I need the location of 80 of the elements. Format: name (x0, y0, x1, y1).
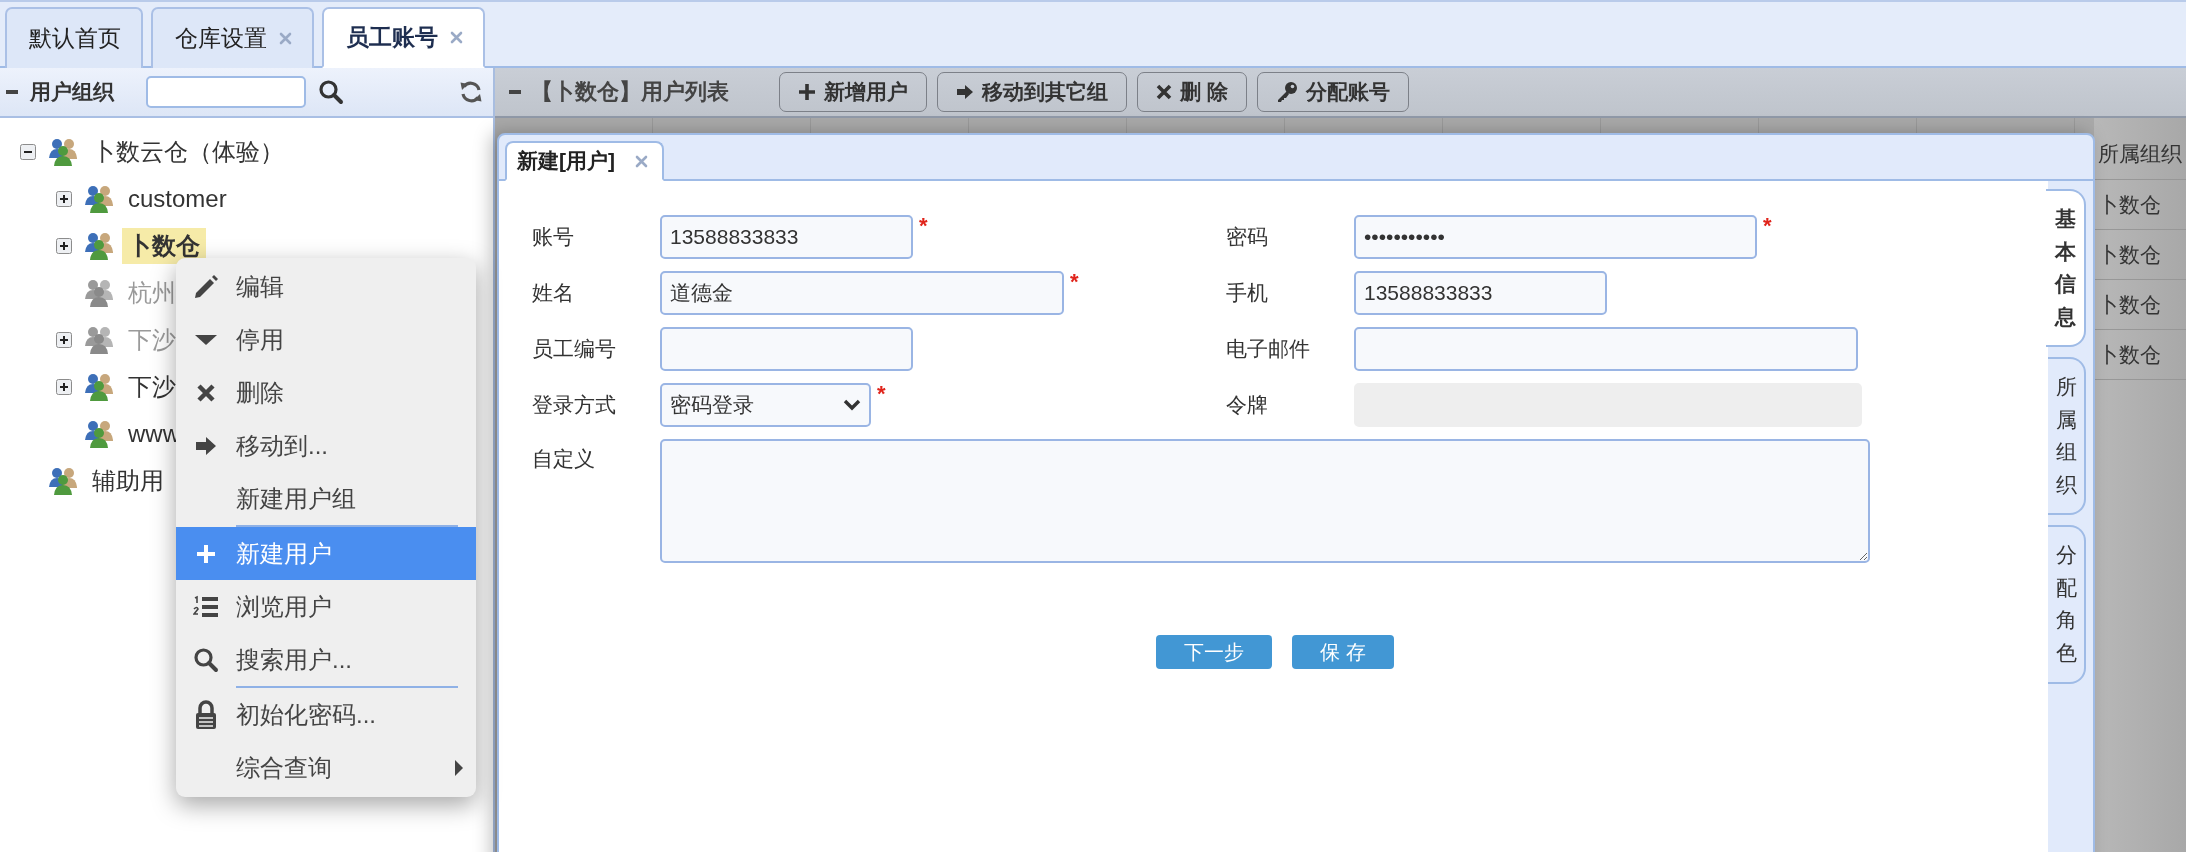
input-field[interactable]: 13588833833 (660, 215, 913, 259)
toolbar-button[interactable]: 删 除 (1137, 72, 1247, 112)
toolbar-button[interactable]: 新增用户 (779, 72, 927, 112)
user-group-icon (84, 325, 114, 354)
menu-item[interactable]: 新建用户组 (176, 472, 476, 525)
tab-label: 仓库设置 (175, 24, 267, 53)
menu-item[interactable]: 移动到... (176, 419, 476, 472)
user-group-icon (84, 372, 114, 401)
tree-item[interactable]: 卜数云仓（体验） (86, 133, 290, 170)
input-field[interactable]: 道德金 (660, 271, 1064, 315)
menu-item[interactable]: 浏览用户 (176, 580, 476, 633)
tab-label: 新建[用户] (517, 148, 615, 174)
tree-item[interactable]: 卜数仓 (122, 227, 206, 264)
user-group-icon (84, 419, 114, 448)
user-group-icon (48, 466, 78, 495)
field-label: 令牌 (1226, 392, 1269, 418)
search-icon (193, 646, 219, 673)
field-label: 账号 (532, 224, 575, 250)
collapse-box-icon[interactable] (20, 143, 36, 160)
numbered-list-icon (193, 594, 219, 619)
cross-icon (196, 382, 216, 403)
plus-icon (196, 543, 216, 564)
search-field[interactable] (146, 76, 306, 108)
menu-item[interactable]: 停用 (176, 313, 476, 366)
tree-item[interactable]: customer (122, 182, 233, 215)
menu-item[interactable]: 删除 (176, 366, 476, 419)
expand-box-icon[interactable] (56, 378, 72, 395)
input-field[interactable] (660, 327, 913, 371)
input-field[interactable]: 13588833833 (1354, 271, 1607, 315)
menu-item[interactable]: 搜索用户... (176, 633, 476, 686)
tab-label: 默认首页 (29, 24, 121, 53)
tree-item[interactable]: 辅助用 (86, 462, 170, 499)
required-mark: * (1763, 215, 1772, 237)
field-label: 手机 (1226, 280, 1269, 306)
submenu-arrow-icon (454, 758, 464, 777)
menu-item[interactable]: 综合查询 (176, 741, 476, 794)
required-mark: * (877, 383, 886, 405)
field-label: 员工编号 (532, 336, 617, 362)
field-label: 电子邮件 (1226, 336, 1311, 362)
tab-label: 员工账号 (346, 23, 438, 52)
caret-down-icon (194, 333, 218, 346)
user-group-icon (84, 278, 114, 307)
arrow-right-icon (956, 84, 974, 100)
plus-icon (798, 83, 816, 101)
expand-box-icon[interactable] (56, 237, 72, 254)
collapse-icon[interactable] (509, 89, 521, 95)
search-icon[interactable] (318, 79, 344, 105)
tab[interactable]: 员工账号 (322, 7, 485, 68)
tab[interactable]: 默认首页 (5, 7, 143, 68)
dialog-tab[interactable]: 新建[用户] (505, 141, 664, 181)
field-label: 密码 (1226, 224, 1269, 250)
dropdown[interactable]: 密码登录 (660, 383, 871, 427)
required-mark: * (1070, 271, 1079, 293)
user-group-icon (84, 231, 114, 260)
toolbar-button[interactable]: 移动到其它组 (937, 72, 1127, 112)
toolbar-button[interactable]: 分配账号 (1256, 72, 1409, 112)
field-label: 自定义 (532, 446, 596, 472)
collapse-icon[interactable] (6, 89, 18, 95)
panel-title: 用户组织 (30, 79, 114, 105)
side-tab[interactable]: 分配角色 (2048, 525, 2086, 684)
field-label: 姓名 (532, 280, 575, 306)
panel-title: 【卜数仓】用户列表 (531, 78, 729, 106)
menu-item[interactable]: 初始化密码... (176, 688, 476, 741)
key-icon (1275, 81, 1298, 103)
field-label: 登录方式 (532, 392, 617, 418)
user-group-icon (48, 137, 78, 166)
refresh-icon[interactable] (459, 80, 483, 104)
required-mark: * (919, 215, 928, 237)
padlock-icon (194, 699, 218, 730)
arrow-right-icon (195, 435, 217, 456)
tab[interactable]: 仓库设置 (151, 7, 314, 68)
cross-icon (1156, 84, 1172, 100)
input-field[interactable]: ••••••••••• (1354, 215, 1757, 259)
input-field[interactable] (1354, 327, 1858, 371)
pencil-icon (193, 273, 219, 300)
chevron-down-icon (843, 399, 861, 411)
expand-box-icon[interactable] (56, 190, 72, 207)
side-tab[interactable]: 基本信息 (2046, 189, 2086, 348)
side-tab[interactable]: 所属组织 (2048, 357, 2086, 516)
user-group-icon (84, 184, 114, 213)
